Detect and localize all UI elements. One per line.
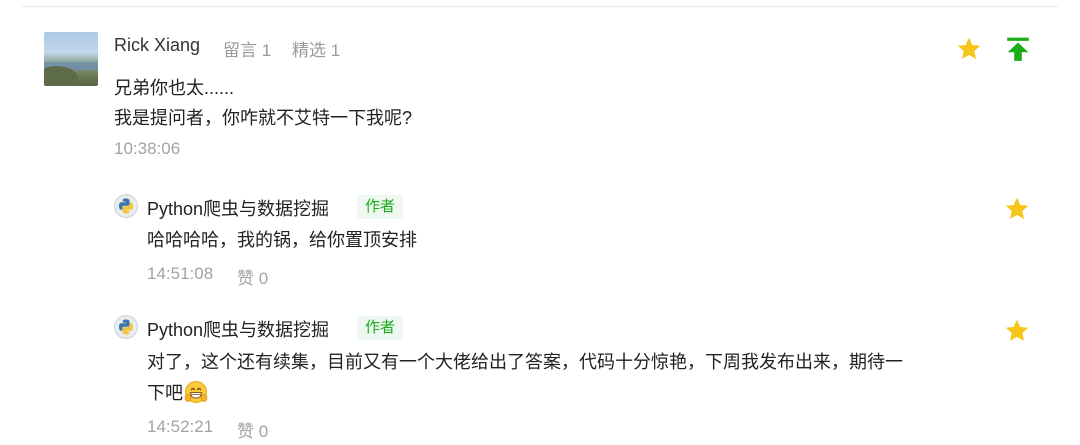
top-divider	[22, 6, 1058, 7]
reply-text-continuation: 下吧	[147, 377, 208, 409]
star-icon[interactable]	[1004, 318, 1030, 344]
python-logo-icon[interactable]	[114, 194, 138, 218]
reply-text-tail: 下吧	[147, 383, 183, 403]
like-count[interactable]: 赞 0	[237, 264, 268, 289]
comment-time: 10:38:06	[114, 139, 181, 158]
author-badge: 作者	[357, 316, 404, 340]
reply-count-label: 留言 1	[223, 41, 272, 60]
reply-author-name[interactable]: Python爬虫与数据挖掘	[147, 195, 329, 221]
reply-time: 14:52:21	[147, 417, 214, 436]
python-logo-icon[interactable]	[114, 315, 138, 339]
grinning-emoji-icon	[184, 381, 208, 403]
author-badge: 作者	[357, 195, 404, 219]
comment-text-line: 我是提问者，你咋就不艾特一下我呢?	[114, 108, 413, 128]
star-icon[interactable]	[956, 36, 982, 62]
comment-text-line: 兄弟你也太......	[114, 78, 235, 98]
star-icon[interactable]	[1004, 196, 1030, 222]
comment-username[interactable]: Rick Xiang	[114, 35, 200, 56]
reply-text: 对了，这个还有续集，目前又有一个大佬给出了答案，代码十分惊艳，下周我发布出来，期…	[147, 352, 903, 372]
like-count[interactable]: 赞 0	[237, 417, 268, 442]
reply-author-name[interactable]: Python爬虫与数据挖掘	[147, 316, 329, 342]
featured-count-label: 精选 1	[292, 41, 341, 60]
reply-text: 哈哈哈哈，我的锅，给你置顶安排	[147, 230, 417, 250]
avatar[interactable]	[44, 32, 98, 86]
reply-time: 14:51:08	[147, 264, 214, 283]
pin-top-icon[interactable]	[1005, 36, 1031, 62]
